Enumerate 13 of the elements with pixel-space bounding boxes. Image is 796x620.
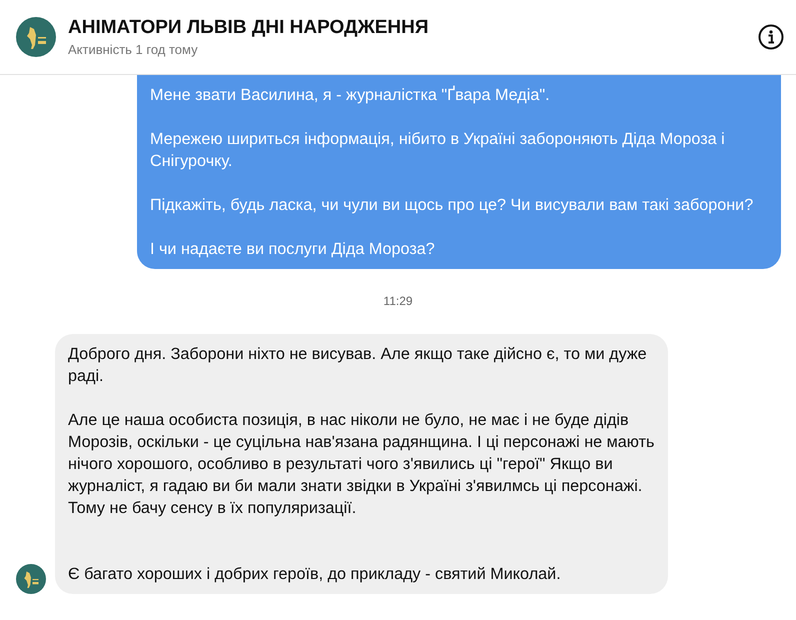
message-text: Мене звати Василина, я - журналістка "Ґвара Медіа". (150, 84, 551, 106)
message-text: Підкажіть, будь ласка, чи чули ви щось про це? Чи висували вам такі заборони? (150, 195, 754, 216)
info-icon[interactable] (758, 24, 784, 50)
message-text: Доброго дня. Заборони ніхто не висував. Але якщо таке дійсно є, то ми дуже раді. (68, 344, 648, 387)
message-time: 11:29 (383, 294, 413, 308)
message-text: Але це наша особиста позиція, в нас ніколи не було, не має і не буде дідів Морозів, оскільки - це суцільна нав'язана радянщина. І ці персонажі не мають нічого хорошого, особливо в результаті чого з'явились ці "герої" Якщо ви журналіст, я гадаю ви би мали знати звідки в Україні з'явилмсь ці персонажі. Тому не бачу сенсу в їх популяризації. (68, 410, 655, 519)
activity-status: Активність 1 год тому (68, 42, 199, 57)
message-text: Мережею шириться інформація, нібито в Україні забороняють Діда Мороза і Снігурочку. (150, 129, 726, 172)
sender-avatar-icon (16, 564, 46, 594)
message-text: І чи надаєте ви послуги Діда Мороза? (150, 239, 436, 260)
message-text: Є багато хороших і добрих героїв, до прикладу - святий Миколай. (68, 564, 562, 585)
logo-icon (16, 17, 56, 57)
chat-title: АНІМАТОРИ ЛЬВІВ ДНІ НАРОДЖЕННЯ (68, 17, 430, 39)
